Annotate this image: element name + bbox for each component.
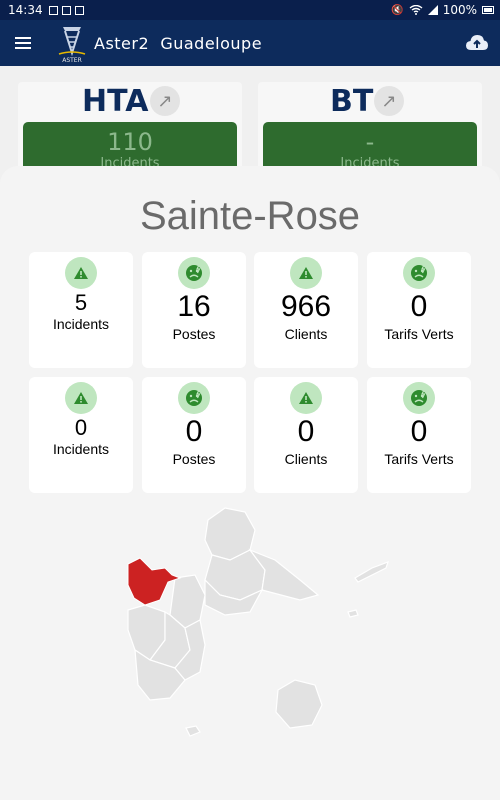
stat-value: 0 [74, 415, 88, 440]
stat-label: Clients [284, 451, 328, 467]
app-title: Aster2 Guadeloupe [94, 33, 263, 53]
frown-bolt-icon [403, 382, 435, 414]
stat-value: 0 [185, 415, 203, 448]
map-region-la-desirade [354, 560, 389, 583]
stat-card-postes[interactable]: 0 Postes [142, 377, 246, 493]
stat-value: 0 [297, 415, 315, 448]
frown-bolt-icon [403, 257, 435, 289]
commune-title: Sainte-Rose [139, 194, 361, 238]
wifi-icon [409, 5, 423, 15]
external-link-icon[interactable]: ↗ [150, 86, 180, 116]
menu-icon[interactable] [15, 37, 31, 49]
battery-icon [482, 6, 494, 14]
stat-card-tarifs-verts[interactable]: 0 Tarifs Verts [367, 252, 471, 368]
stat-card-postes[interactable]: 16 Postes [142, 252, 246, 368]
stat-label: Postes [172, 326, 216, 342]
signal-icon [427, 5, 438, 15]
app-bar: ASTER Aster2 Guadeloupe [0, 20, 500, 66]
battery-percent: 100% [442, 3, 477, 17]
sd-card-icon [74, 5, 84, 15]
svg-text:ASTER: ASTER [62, 57, 82, 63]
map-region-les-saintes [185, 725, 201, 737]
warning-icon [290, 257, 322, 289]
hta-label: HTA [82, 84, 149, 119]
stat-label: Incidents [52, 316, 110, 332]
stat-value: 966 [280, 290, 332, 323]
stat-card-clients[interactable]: 0 Clients [254, 377, 358, 493]
stat-label: Clients [284, 326, 328, 342]
aster-logo: ASTER [57, 23, 87, 64]
guadeloupe-map[interactable] [110, 500, 410, 740]
frown-bolt-icon [178, 257, 210, 289]
stat-label: Tarifs Verts [384, 451, 454, 467]
stat-card-clients[interactable]: 966 Clients [254, 252, 358, 368]
warning-icon [65, 257, 97, 289]
warning-icon [290, 382, 322, 414]
map-region-marie-galante [275, 679, 323, 729]
stat-card-incidents[interactable]: 0 Incidents [29, 377, 133, 493]
photo-notification-icon [61, 5, 71, 15]
stat-value: 5 [74, 290, 88, 315]
bt-label: BT [330, 84, 374, 119]
hta-value: 110 [107, 128, 153, 156]
stat-card-incidents[interactable]: 5 Incidents [29, 252, 133, 368]
stat-value: 0 [410, 415, 428, 448]
status-bar: 14:34 🔇 100% [0, 0, 500, 20]
stat-label: Incidents [52, 441, 110, 457]
stat-label: Tarifs Verts [384, 326, 454, 342]
stat-card-tarifs-verts[interactable]: 0 Tarifs Verts [367, 377, 471, 493]
stat-label: Postes [172, 451, 216, 467]
image-notification-icon [48, 5, 58, 15]
frown-bolt-icon [178, 382, 210, 414]
mute-icon: 🔇 [391, 4, 404, 16]
external-link-icon[interactable]: ↗ [374, 86, 404, 116]
bt-value: - [365, 128, 375, 156]
stat-value: 0 [410, 290, 428, 323]
map-region-petite-terre [347, 609, 359, 618]
cloud-upload-icon[interactable] [466, 34, 488, 52]
stat-value: 16 [177, 290, 211, 323]
warning-icon [65, 382, 97, 414]
status-time: 14:34 [8, 3, 43, 17]
